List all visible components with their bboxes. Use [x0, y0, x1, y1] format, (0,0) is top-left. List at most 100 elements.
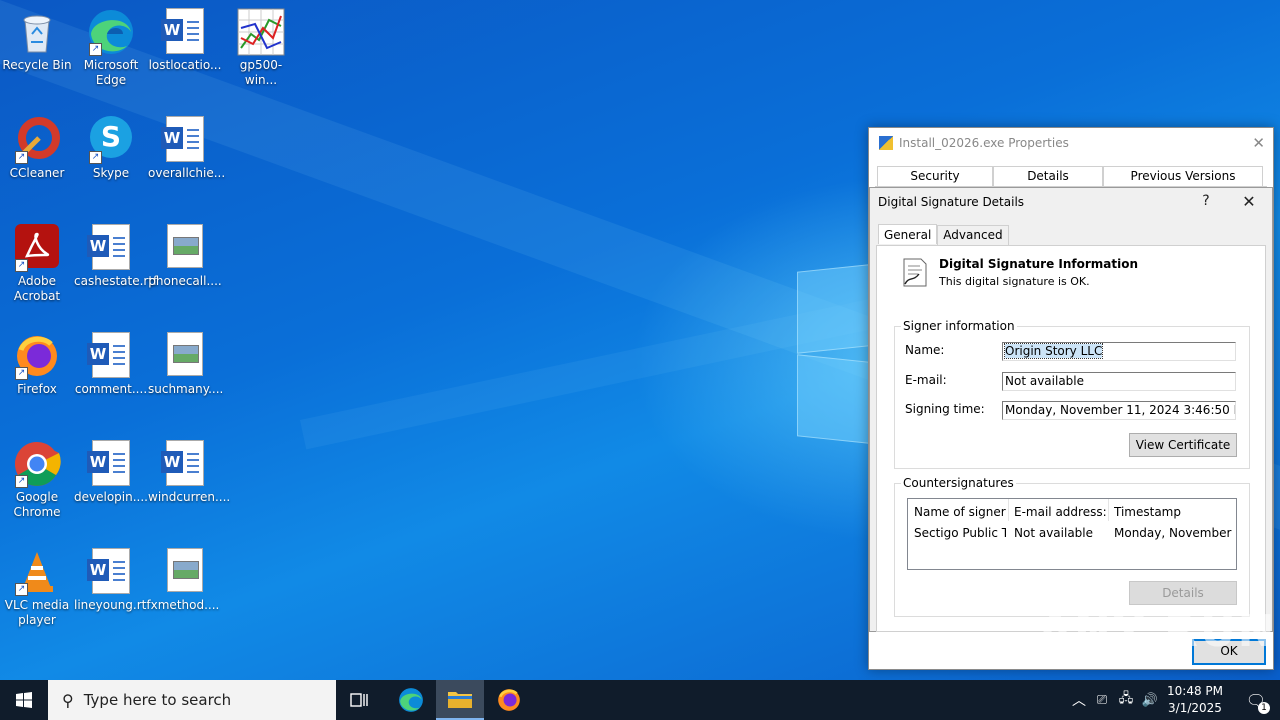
close-button[interactable]: ✕	[1238, 192, 1260, 211]
ccleaner-icon: ↗	[13, 116, 61, 164]
shortcut-arrow-icon: ↗	[15, 583, 28, 596]
desktop-icon-gp500[interactable]: gp500-win...	[224, 4, 298, 88]
column-header[interactable]: Name of signer:	[914, 505, 1006, 519]
icon-label: overallchie...	[148, 166, 226, 180]
column-header[interactable]: E-mail address:	[1014, 505, 1108, 519]
certificate-document-icon	[901, 256, 929, 288]
properties-title: Install_02026.exe Properties	[899, 136, 1069, 150]
tab-previous-versions[interactable]: Previous Versions	[1103, 166, 1263, 186]
word-document-icon: W	[87, 224, 135, 272]
table-cell[interactable]: Not available	[1014, 526, 1108, 540]
taskbar-file-explorer[interactable]	[436, 680, 484, 720]
icon-label: Recycle Bin	[2, 58, 72, 72]
email-field[interactable]: Not available	[1002, 372, 1236, 391]
icon-label: lostlocatio...	[148, 58, 222, 72]
icon-label: VLC media player	[4, 598, 70, 627]
group-label: Countersignatures	[901, 476, 1016, 490]
icon-label: Microsoft Edge	[83, 58, 139, 87]
icon-label: xmethod....	[150, 598, 220, 612]
name-value: Origin Story LLC	[1003, 343, 1104, 359]
start-button[interactable]	[0, 680, 48, 720]
icon-label: developin....	[74, 490, 148, 504]
device-icon[interactable]: ⎚	[1090, 693, 1114, 708]
icon-label: Skype	[92, 166, 130, 180]
taskbar-edge[interactable]	[388, 680, 434, 720]
word-document-icon: W	[161, 116, 209, 164]
close-icon[interactable]: ✕	[1252, 134, 1265, 152]
icon-label: comment....	[74, 382, 148, 396]
desktop-icon-firefox[interactable]: ↗ Firefox	[0, 328, 74, 397]
desktop-icon-comment[interactable]: W comment....	[74, 328, 148, 397]
signing-time-field[interactable]: Monday, November 11, 2024 3:46:50 PM	[1002, 401, 1236, 420]
chrome-icon: ↗	[13, 440, 61, 488]
desktop-icon-skype[interactable]: S ↗ Skype	[74, 112, 148, 181]
general-panel: Digital Signature Information This digit…	[876, 245, 1266, 632]
help-button[interactable]: ?	[1196, 193, 1216, 209]
group-label: Signer information	[901, 319, 1017, 333]
column-header[interactable]: Timestamp	[1114, 505, 1232, 519]
volume-icon[interactable]: 🔊	[1138, 693, 1162, 708]
taskbar: ⚲ Type here to search ︿ ⎚ 🖧 🔊 10:48 PM 3…	[0, 680, 1280, 720]
action-center-button[interactable]: 🗨 1	[1236, 680, 1276, 720]
desktop-icon-vlc[interactable]: ↗ VLC media player	[0, 544, 74, 628]
system-tray: ︿ ⎚ 🖧 🔊	[1068, 680, 1162, 720]
desktop-icon-adobe-acrobat[interactable]: ↗ Adobe Acrobat	[0, 220, 74, 304]
word-document-icon: W	[161, 8, 209, 56]
icon-label: gp500-win...	[239, 58, 283, 87]
clock-date: 3/1/2025	[1168, 701, 1222, 715]
desktop-icon-windcurren[interactable]: W windcurren....	[148, 436, 230, 505]
icon-label: Firefox	[17, 382, 57, 396]
clock[interactable]: 10:48 PM 3/1/2025	[1160, 683, 1230, 717]
image-file-icon	[161, 332, 209, 380]
desktop-icon-cashestate[interactable]: W cashestate.rtf	[74, 220, 157, 289]
skype-icon: S ↗	[87, 116, 135, 164]
task-view-button[interactable]	[340, 680, 380, 720]
view-certificate-button[interactable]: View Certificate	[1129, 433, 1237, 457]
countersignatures-list[interactable]: Name of signer: E-mail address: Timestam…	[907, 498, 1237, 570]
taskbar-firefox[interactable]	[486, 680, 532, 720]
details-button[interactable]: Details	[1129, 581, 1237, 605]
search-box[interactable]: ⚲ Type here to search	[48, 680, 336, 720]
desktop-icon-suchmany[interactable]: suchmany....	[148, 328, 223, 397]
tab-advanced[interactable]: Advanced	[937, 225, 1009, 245]
chevron-up-icon[interactable]: ︿	[1068, 690, 1090, 710]
recycle-bin-icon	[13, 8, 61, 56]
name-field[interactable]: Origin Story LLC	[1002, 342, 1236, 361]
search-placeholder: Type here to search	[83, 691, 232, 709]
windows-wallpaper-logo	[797, 264, 875, 448]
desktop-icon-lineyoung[interactable]: W lineyoung.rtf	[74, 544, 151, 613]
signer-information-group: Signer information Name: Origin Story LL…	[894, 319, 1250, 469]
image-file-icon	[161, 548, 209, 596]
signature-dialog: Digital Signature Details ? ✕ General Ad…	[869, 187, 1273, 632]
table-cell[interactable]: Monday, November ...	[1114, 526, 1232, 540]
network-icon[interactable]: 🖧	[1114, 689, 1138, 711]
shortcut-arrow-icon: ↗	[89, 151, 102, 164]
desktop-icon-developin[interactable]: W developin....	[74, 436, 148, 505]
desktop-icon-google-chrome[interactable]: ↗ Google Chrome	[0, 436, 74, 520]
tab-details[interactable]: Details	[993, 166, 1103, 186]
folder-icon	[448, 692, 472, 708]
desktop-icon-overallchie[interactable]: W overallchie...	[148, 112, 226, 181]
shortcut-arrow-icon: ↗	[15, 151, 28, 164]
tab-security[interactable]: Security	[877, 166, 993, 186]
edge-icon	[399, 688, 423, 712]
table-cell[interactable]: Sectigo Public Ti...	[914, 526, 1006, 540]
countersignatures-group: Countersignatures Name of signer: E-mail…	[894, 476, 1250, 617]
desktop-icon-microsoft-edge[interactable]: ↗ Microsoft Edge	[74, 4, 148, 88]
dialog-title: Digital Signature Details	[878, 195, 1025, 209]
search-icon: ⚲	[62, 690, 74, 710]
notification-badge: 1	[1258, 702, 1270, 714]
properties-titlebar: Install_02026.exe Properties ✕	[869, 128, 1273, 158]
firefox-icon: ↗	[13, 332, 61, 380]
tab-general[interactable]: General	[878, 224, 938, 244]
desktop-icon-phonecall[interactable]: phonecall....	[148, 220, 222, 289]
desktop-icon-ccleaner[interactable]: ↗ CCleaner	[0, 112, 74, 181]
task-view-icon	[350, 693, 368, 707]
word-document-icon: W	[87, 548, 135, 596]
edge-icon: ↗	[87, 8, 135, 56]
icon-label: Adobe Acrobat	[13, 274, 61, 303]
desktop-icon-xmethod[interactable]: xmethod....	[148, 544, 222, 613]
desktop-icon-lostlocatio[interactable]: W lostlocatio...	[148, 4, 222, 73]
watermark-text: ANY RUN	[1038, 606, 1277, 657]
desktop-icon-recycle-bin[interactable]: Recycle Bin	[0, 4, 74, 73]
